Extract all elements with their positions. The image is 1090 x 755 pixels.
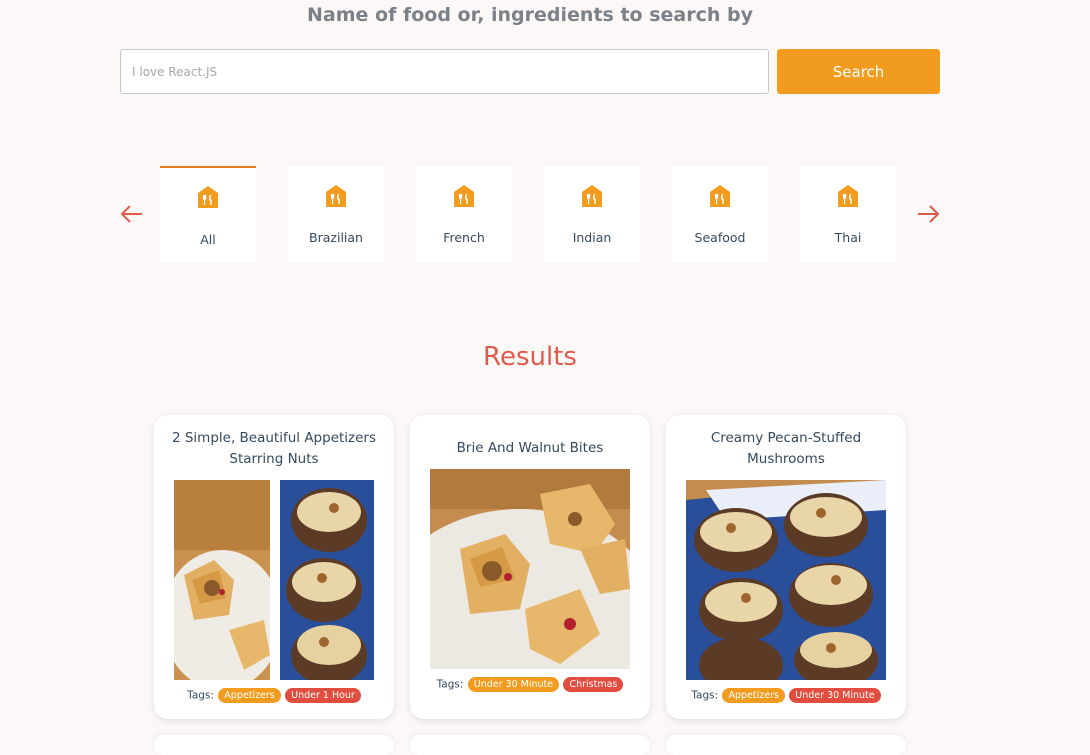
recipe-tags: Tags: Appetizers Under 1 Hour	[154, 688, 394, 703]
recipe-card[interactable]: Brie And Walnut Bites Tags: Under 30 Min…	[410, 415, 650, 719]
restaurant-icon	[325, 184, 347, 208]
recipe-tags: Tags: Appetizers Under 30 Minute	[666, 688, 906, 703]
tag-badge[interactable]: Under 1 Hour	[285, 688, 361, 703]
tags-label: Tags:	[187, 689, 214, 702]
recipe-title: Creamy Pecan-Stuffed Mushrooms	[710, 430, 862, 467]
recipe-title: Brie And Walnut Bites	[456, 440, 604, 456]
category-label: Brazilian	[309, 230, 363, 245]
category-tab-french[interactable]: French	[416, 166, 512, 262]
tags-label: Tags:	[436, 678, 464, 691]
search-heading: Name of food or, ingredients to search b…	[307, 4, 753, 26]
results-title: Results	[483, 342, 577, 372]
recipe-image	[686, 480, 886, 680]
recipe-card-partial[interactable]	[154, 735, 394, 755]
category-label: French	[443, 230, 485, 245]
tags-label: Tags:	[691, 689, 719, 702]
restaurant-icon	[837, 184, 859, 208]
tag-badge[interactable]: Under 30 Minute	[789, 688, 881, 703]
recipe-tags: Tags: Under 30 Minute Christmas	[410, 677, 650, 692]
tag-badge[interactable]: Christmas	[563, 677, 624, 692]
category-label: All	[200, 232, 216, 247]
restaurant-icon	[709, 184, 731, 208]
tag-badge[interactable]: Under 30 Minute	[467, 677, 560, 692]
recipe-card-partial[interactable]	[666, 735, 906, 755]
category-label: Seafood	[694, 230, 746, 245]
category-tab-brazilian[interactable]: Brazilian	[288, 166, 384, 262]
category-tab-indian[interactable]: Indian	[544, 166, 640, 262]
search-button[interactable]: Search	[777, 49, 940, 94]
category-tab-all[interactable]: All	[160, 166, 256, 262]
category-label: Indian	[572, 230, 612, 245]
restaurant-icon	[453, 184, 475, 208]
search-input[interactable]	[120, 49, 769, 94]
recipe-title: 2 Simple, Beautiful Appetizers Starring …	[171, 430, 377, 467]
recipe-card[interactable]: 2 Simple, Beautiful Appetizers Starring …	[154, 415, 394, 719]
category-tab-seafood[interactable]: Seafood	[672, 166, 768, 262]
recipe-card-partial[interactable]	[410, 735, 650, 755]
recipe-image	[174, 480, 374, 680]
tag-badge[interactable]: Appetizers	[722, 688, 785, 703]
category-tab-thai[interactable]: Thai	[800, 166, 896, 262]
carousel-next-arrow-icon[interactable]	[916, 203, 940, 225]
carousel-prev-arrow-icon[interactable]	[120, 203, 144, 225]
category-label: Thai	[834, 230, 862, 245]
recipe-card[interactable]: Creamy Pecan-Stuffed Mushrooms Tags: App	[666, 415, 906, 719]
recipe-image	[430, 469, 630, 669]
restaurant-icon	[197, 185, 219, 209]
tag-badge[interactable]: Appetizers	[218, 688, 281, 703]
restaurant-icon	[581, 184, 603, 208]
